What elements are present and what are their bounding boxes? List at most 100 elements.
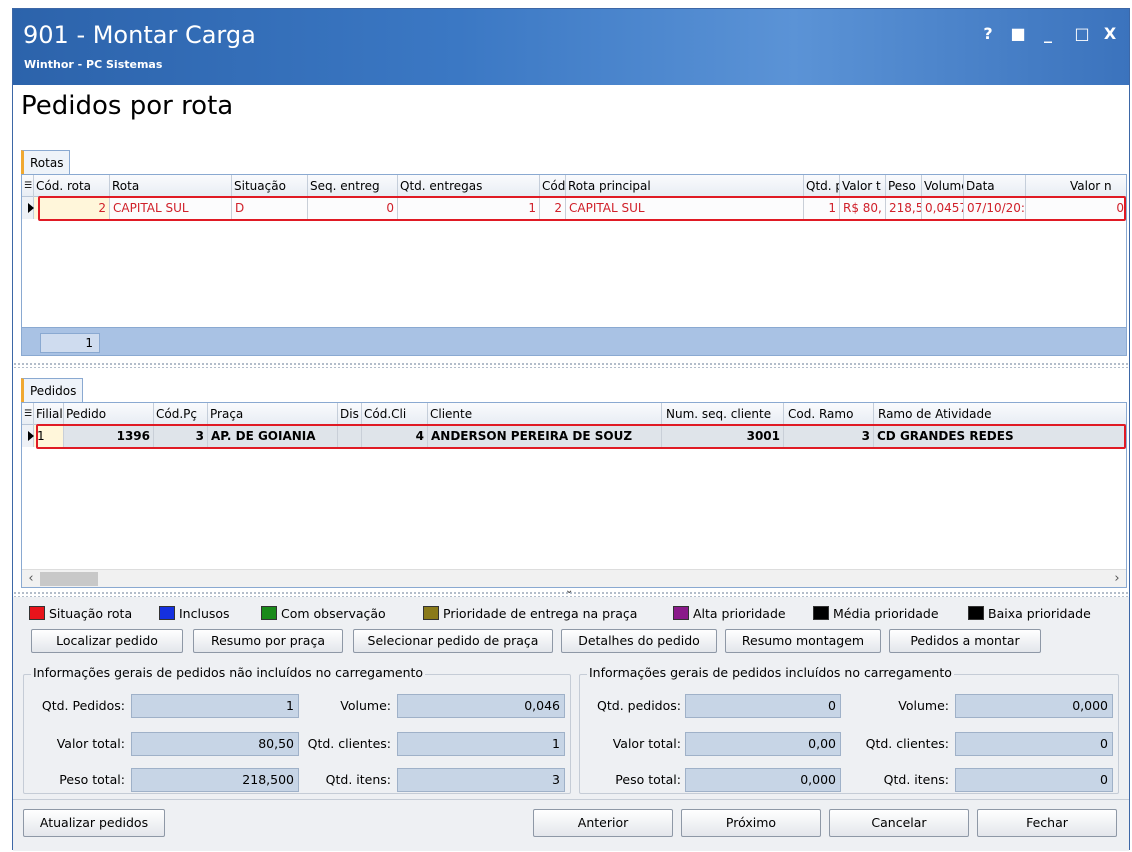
field-valor-total: 80,50 [131, 732, 299, 756]
tab-rotas[interactable]: Rotas [21, 150, 71, 174]
horizontal-scrollbar[interactable]: ‹ › [22, 569, 1126, 587]
col-cod-cli[interactable]: Cód.Cli [362, 403, 428, 425]
legend-label: Alta prioridade [693, 606, 786, 621]
label-peso-total: Peso total: [59, 772, 125, 787]
col-seq-entrega[interactable]: Seq. entreg [308, 175, 398, 197]
label-qtd-clientes-inc: Qtd. clientes: [865, 736, 949, 751]
legend-com-observacao: Com observação [261, 606, 386, 622]
legend-swatch [423, 606, 439, 620]
field-qtd-pedidos-inc: 0 [685, 694, 841, 718]
col-qtd-p[interactable]: Qtd. p [804, 175, 840, 197]
scroll-left-icon[interactable]: ‹ [22, 570, 40, 587]
col-cod[interactable]: Cód [540, 175, 566, 197]
col-pedido[interactable]: Pedido [64, 403, 154, 425]
label-qtd-pedidos-inc: Qtd. pedidos: [597, 698, 681, 713]
legend-label: Com observação [281, 606, 386, 621]
scroll-thumb[interactable] [40, 572, 98, 586]
legend-prioridade-praca: Prioridade de entrega na praça [423, 606, 637, 622]
legend-label: Média prioridade [833, 606, 939, 621]
col-rota[interactable]: Rota [110, 175, 232, 197]
row-highlight-box [36, 424, 1126, 449]
label-qtd-pedidos: Qtd. Pedidos: [41, 698, 125, 713]
help-icon[interactable]: ? [977, 23, 999, 45]
column-chooser-icon[interactable]: ☰ [22, 403, 34, 425]
legend-swatch [261, 606, 277, 620]
pedidos-grid-header: ☰ Filial Pedido Cód.Pç Praça Dis Cód.Cli… [22, 403, 1126, 425]
edit-icon[interactable]: ■ [1007, 23, 1029, 45]
row-indicator-icon [22, 425, 34, 447]
label-volume-inc: Volume: [898, 698, 949, 713]
col-cod-praca[interactable]: Cód.Pç [154, 403, 208, 425]
localizar-pedido-button[interactable]: Localizar pedido [31, 629, 183, 653]
col-num-seq-cliente[interactable]: Num. seq. cliente [662, 403, 784, 425]
row-indicator-icon [22, 197, 34, 219]
maximize-icon[interactable]: □ [1071, 23, 1093, 45]
content-area: Pedidos por rota Rotas ☰ Cód. rota Rota … [13, 85, 1129, 851]
field-volume: 0,046 [397, 694, 565, 718]
rotas-grid: ☰ Cód. rota Rota Situação Seq. entreg Qt… [21, 174, 1127, 356]
col-rota-principal[interactable]: Rota principal [566, 175, 804, 197]
legend-label: Inclusos [179, 606, 230, 621]
col-cod-ramo[interactable]: Cod. Ramo [784, 403, 874, 425]
splitter-handle[interactable] [13, 362, 1129, 368]
label-qtd-itens-inc: Qtd. itens: [883, 772, 949, 787]
incluidos-title: Informações gerais de pedidos incluídos … [587, 665, 954, 680]
resumo-montagem-button[interactable]: Resumo montagem [725, 629, 881, 653]
col-data[interactable]: Data [964, 175, 1026, 197]
fechar-button[interactable]: Fechar [977, 809, 1117, 837]
cancelar-button[interactable]: Cancelar [829, 809, 969, 837]
close-icon[interactable]: X [1099, 23, 1121, 45]
legend-swatch [159, 606, 175, 620]
atualizar-pedidos-button[interactable]: Atualizar pedidos [23, 809, 165, 837]
field-qtd-itens-inc: 0 [955, 768, 1113, 792]
nao-incluidos-title: Informações gerais de pedidos não incluí… [31, 665, 426, 680]
legend-situacao-rota: Situação rota [29, 606, 132, 622]
pedidos-grid: ☰ Filial Pedido Cód.Pç Praça Dis Cód.Cli… [21, 402, 1127, 588]
legend-baixa-prioridade: Baixa prioridade [968, 606, 1091, 622]
field-qtd-clientes-inc: 0 [955, 732, 1113, 756]
legend-swatch [968, 606, 984, 620]
col-peso[interactable]: Peso [886, 175, 922, 197]
col-filial[interactable]: Filial [34, 403, 64, 425]
field-qtd-itens: 3 [397, 768, 565, 792]
col-praca[interactable]: Praça [208, 403, 338, 425]
label-qtd-itens: Qtd. itens: [325, 772, 391, 787]
pedidos-a-montar-button[interactable]: Pedidos a montar [889, 629, 1041, 653]
legend-swatch [813, 606, 829, 620]
col-dis[interactable]: Dis [338, 403, 362, 425]
legend-label: Prioridade de entrega na praça [443, 606, 638, 621]
scroll-right-icon[interactable]: › [1108, 570, 1126, 587]
label-qtd-clientes: Qtd. clientes: [307, 736, 391, 751]
col-cliente[interactable]: Cliente [428, 403, 662, 425]
selecionar-praca-button[interactable]: Selecionar pedido de praça [353, 629, 553, 653]
col-qtd-entregas[interactable]: Qtd. entregas [398, 175, 540, 197]
detalhes-pedido-button[interactable]: Detalhes do pedido [561, 629, 717, 653]
resumo-praca-button[interactable]: Resumo por praça [193, 629, 343, 653]
proximo-button[interactable]: Próximo [681, 809, 821, 837]
col-valor-n[interactable]: Valor n [1026, 175, 1126, 197]
anterior-button[interactable]: Anterior [533, 809, 673, 837]
window-title: 901 - Montar Carga [23, 21, 256, 49]
column-chooser-icon[interactable]: ☰ [22, 175, 34, 197]
tab-pedidos[interactable]: Pedidos [21, 378, 84, 402]
row-highlight-box [38, 196, 1126, 221]
rotas-count: 1 [40, 333, 100, 353]
collapse-chevron-icon[interactable]: ⌄ [565, 585, 573, 596]
col-cod-rota[interactable]: Cód. rota [34, 175, 110, 197]
main-window: 901 - Montar Carga Winthor - PC Sistemas… [12, 8, 1130, 851]
label-valor-total: Valor total: [56, 736, 125, 751]
col-ramo-atividade[interactable]: Ramo de Atividade [874, 403, 1126, 425]
minimize-icon[interactable]: _ [1037, 23, 1059, 45]
field-peso-total: 218,500 [131, 768, 299, 792]
col-situacao[interactable]: Situação [232, 175, 308, 197]
rotas-grid-header: ☰ Cód. rota Rota Situação Seq. entreg Qt… [22, 175, 1126, 197]
col-volume[interactable]: Volume [922, 175, 964, 197]
legend-label: Baixa prioridade [988, 606, 1091, 621]
field-volume-inc: 0,000 [955, 694, 1113, 718]
legend-label: Situação rota [49, 606, 133, 621]
label-volume: Volume: [340, 698, 391, 713]
col-valor-t[interactable]: Valor t [840, 175, 886, 197]
title-bar: 901 - Montar Carga Winthor - PC Sistemas… [13, 9, 1129, 85]
label-peso-total-inc: Peso total: [615, 772, 681, 787]
legend-media-prioridade: Média prioridade [813, 606, 939, 622]
